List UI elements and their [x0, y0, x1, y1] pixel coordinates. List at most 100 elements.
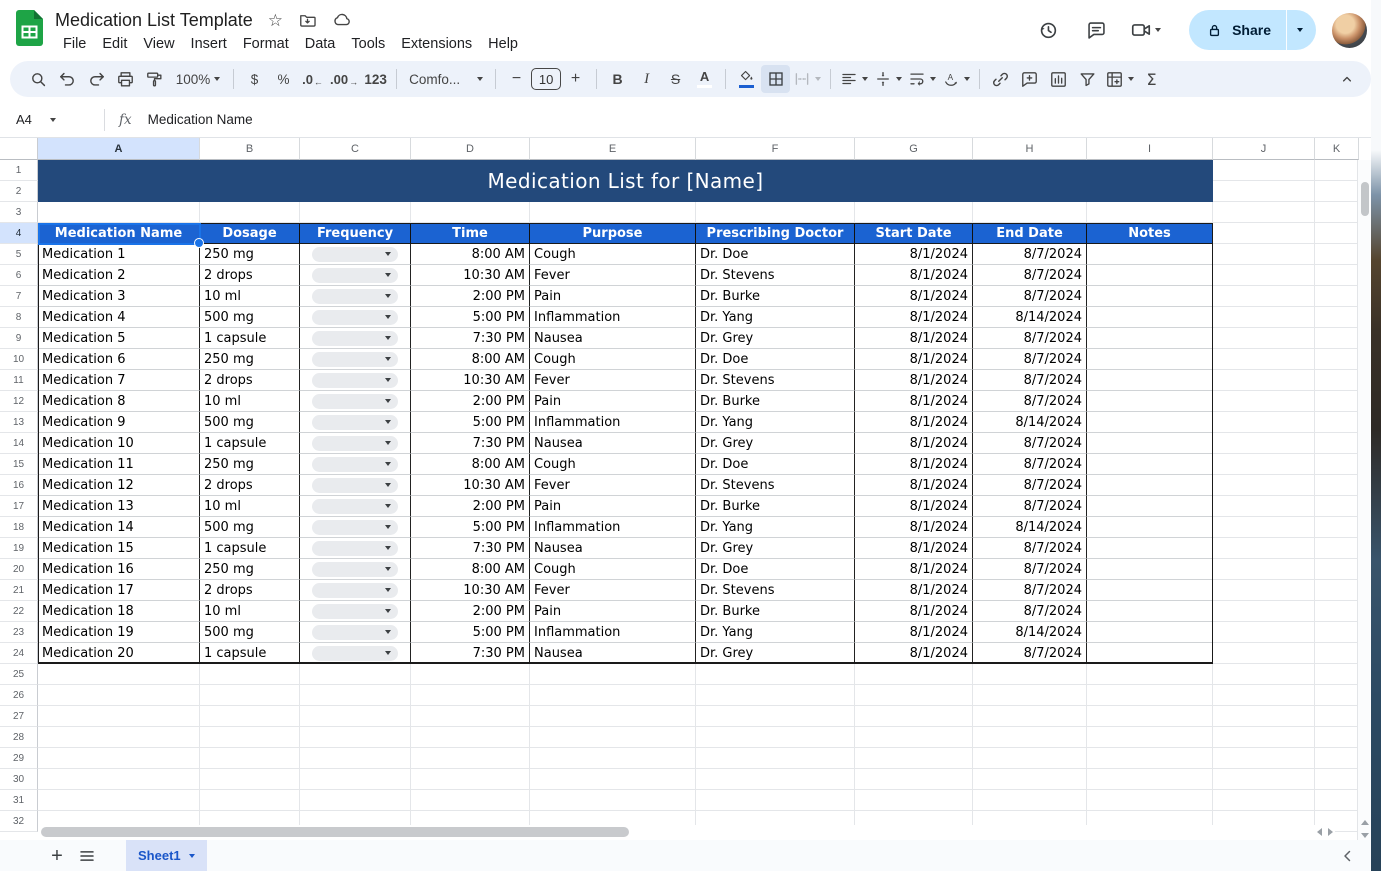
row-header-32[interactable]: 32 [0, 811, 38, 832]
cloud-saved-icon[interactable] [332, 10, 352, 30]
cell-C26[interactable] [300, 685, 411, 706]
paint-format-button[interactable] [140, 65, 169, 93]
cell-I23[interactable] [1087, 622, 1213, 643]
scroll-up-icon[interactable] [1361, 820, 1369, 825]
cell-K3[interactable] [1315, 202, 1359, 223]
cell-K25[interactable] [1315, 664, 1359, 685]
cell-D7[interactable]: 2:00 PM [411, 286, 530, 307]
row-header-19[interactable]: 19 [0, 538, 38, 559]
cell-G8[interactable]: 8/1/2024 [855, 307, 973, 328]
cell-E15[interactable]: Cough [530, 454, 696, 475]
cell-C14[interactable] [300, 433, 411, 454]
cell-H4[interactable]: End Date [973, 223, 1087, 244]
row-header-21[interactable]: 21 [0, 580, 38, 601]
cell-A26[interactable] [38, 685, 200, 706]
row-header-13[interactable]: 13 [0, 412, 38, 433]
cell-K6[interactable] [1315, 265, 1359, 286]
font-family-select[interactable]: Comfo... [403, 65, 489, 93]
cell-B21[interactable]: 2 drops [200, 580, 300, 601]
cell-C12[interactable] [300, 391, 411, 412]
cell-I8[interactable] [1087, 307, 1213, 328]
cell-E10[interactable]: Cough [530, 349, 696, 370]
menu-tools[interactable]: Tools [343, 33, 393, 55]
font-size-input[interactable]: 10 [531, 68, 561, 90]
cell-D28[interactable] [411, 727, 530, 748]
row-header-5[interactable]: 5 [0, 244, 38, 265]
row-header-23[interactable]: 23 [0, 622, 38, 643]
cell-K19[interactable] [1315, 538, 1359, 559]
cell-E9[interactable]: Nausea [530, 328, 696, 349]
cell-J13[interactable] [1213, 412, 1315, 433]
cell-A11[interactable]: Medication 7 [38, 370, 200, 391]
cell-J28[interactable] [1213, 727, 1315, 748]
cell-A7[interactable]: Medication 3 [38, 286, 200, 307]
cell-E14[interactable]: Nausea [530, 433, 696, 454]
create-filter-button[interactable] [1073, 65, 1102, 93]
row-header-31[interactable]: 31 [0, 790, 38, 811]
cell-B19[interactable]: 1 capsule [200, 538, 300, 559]
cell-F26[interactable] [696, 685, 855, 706]
cell-I27[interactable] [1087, 706, 1213, 727]
cell-F15[interactable]: Dr. Doe [696, 454, 855, 475]
frequency-dropdown[interactable] [312, 373, 398, 388]
row-header-1[interactable]: 1 [0, 160, 38, 181]
cell-D24[interactable]: 7:30 PM [411, 643, 530, 664]
cell-G13[interactable]: 8/1/2024 [855, 412, 973, 433]
cell-K31[interactable] [1315, 790, 1359, 811]
cell-H23[interactable]: 8/14/2024 [973, 622, 1087, 643]
cell-E13[interactable]: Inflammation [530, 412, 696, 433]
row-header-25[interactable]: 25 [0, 664, 38, 685]
cell-H26[interactable] [973, 685, 1087, 706]
cell-G22[interactable]: 8/1/2024 [855, 601, 973, 622]
cell-H27[interactable] [973, 706, 1087, 727]
cell-B4[interactable]: Dosage [200, 223, 300, 244]
cell-H29[interactable] [973, 748, 1087, 769]
cell-F31[interactable] [696, 790, 855, 811]
vertical-scrollbar[interactable] [1357, 160, 1371, 840]
cell-D11[interactable]: 10:30 AM [411, 370, 530, 391]
table-tools-button[interactable] [1102, 65, 1137, 93]
cell-F17[interactable]: Dr. Burke [696, 496, 855, 517]
frequency-dropdown[interactable] [312, 583, 398, 598]
cell-F16[interactable]: Dr. Stevens [696, 475, 855, 496]
cell-C3[interactable] [300, 202, 411, 223]
cell-F18[interactable]: Dr. Yang [696, 517, 855, 538]
cell-G12[interactable]: 8/1/2024 [855, 391, 973, 412]
cell-J9[interactable] [1213, 328, 1315, 349]
select-all-corner[interactable] [0, 138, 38, 160]
cell-H21[interactable]: 8/7/2024 [973, 580, 1087, 601]
move-to-folder-icon[interactable] [298, 11, 317, 30]
cell-J22[interactable] [1213, 601, 1315, 622]
cell-B26[interactable] [200, 685, 300, 706]
cell-F23[interactable]: Dr. Yang [696, 622, 855, 643]
cell-E16[interactable]: Fever [530, 475, 696, 496]
cell-D22[interactable]: 2:00 PM [411, 601, 530, 622]
cell-J25[interactable] [1213, 664, 1315, 685]
add-sheet-button[interactable]: + [42, 840, 72, 871]
cell-C18[interactable] [300, 517, 411, 538]
cell-H8[interactable]: 8/14/2024 [973, 307, 1087, 328]
name-box[interactable]: A4 [0, 112, 96, 127]
cell-F13[interactable]: Dr. Yang [696, 412, 855, 433]
row-header-29[interactable]: 29 [0, 748, 38, 769]
frequency-dropdown[interactable] [312, 457, 398, 472]
all-sheets-button[interactable] [72, 840, 102, 871]
cell-D10[interactable]: 8:00 AM [411, 349, 530, 370]
cell-F11[interactable]: Dr. Stevens [696, 370, 855, 391]
cell-H15[interactable]: 8/7/2024 [973, 454, 1087, 475]
cell-C4[interactable]: Frequency [300, 223, 411, 244]
cell-I29[interactable] [1087, 748, 1213, 769]
row-header-30[interactable]: 30 [0, 769, 38, 790]
cell-A24[interactable]: Medication 20 [38, 643, 200, 664]
row-header-24[interactable]: 24 [0, 643, 38, 664]
cell-E20[interactable]: Cough [530, 559, 696, 580]
cell-D16[interactable]: 10:30 AM [411, 475, 530, 496]
cell-G11[interactable]: 8/1/2024 [855, 370, 973, 391]
cell-B12[interactable]: 10 ml [200, 391, 300, 412]
cell-E8[interactable]: Inflammation [530, 307, 696, 328]
cell-H11[interactable]: 8/7/2024 [973, 370, 1087, 391]
row-header-22[interactable]: 22 [0, 601, 38, 622]
cell-B22[interactable]: 10 ml [200, 601, 300, 622]
cell-C28[interactable] [300, 727, 411, 748]
search-button[interactable] [24, 65, 53, 93]
